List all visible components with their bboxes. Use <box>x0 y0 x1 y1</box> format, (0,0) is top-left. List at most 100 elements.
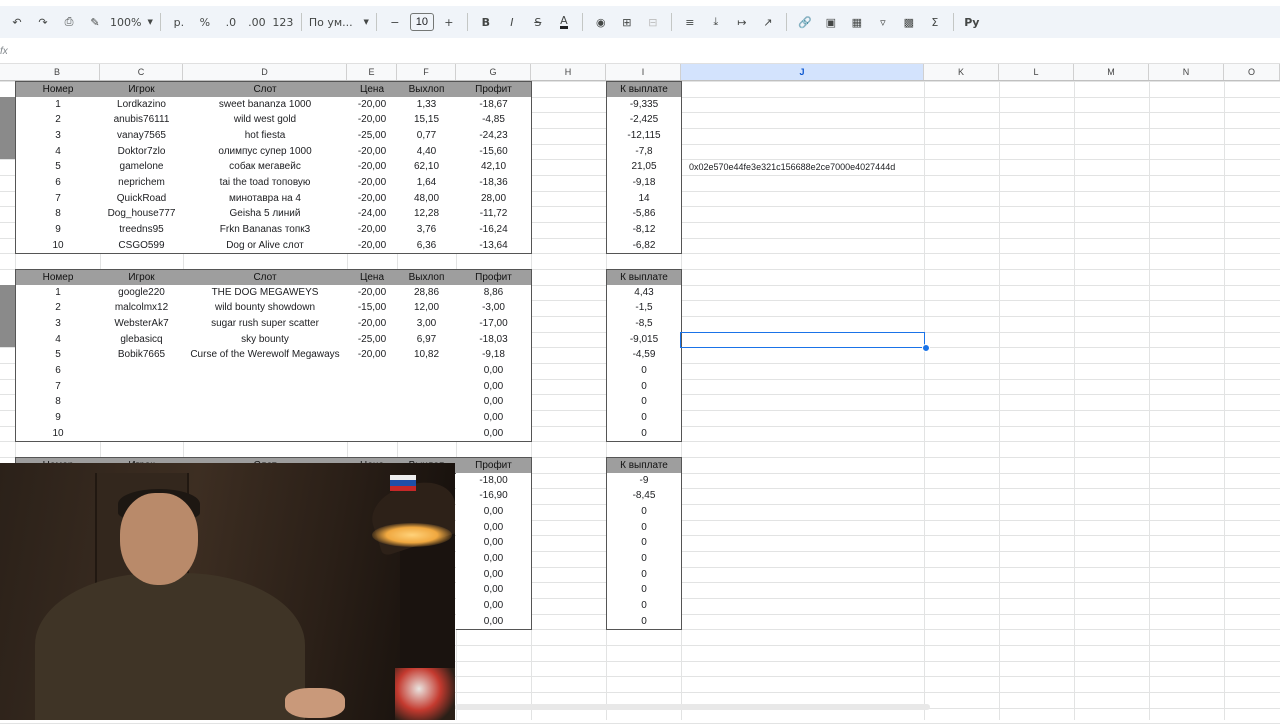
table-cell[interactable]: 0,00 <box>456 410 532 427</box>
table-cell[interactable]: 4 <box>15 144 101 160</box>
percent-format-button[interactable]: % <box>192 10 218 34</box>
table-cell[interactable]: wild bounty showdown <box>183 300 348 317</box>
table-cell[interactable]: 5 <box>15 347 101 364</box>
insert-link-icon[interactable]: 🔗 <box>792 10 818 34</box>
redo-icon[interactable]: ↷ <box>30 10 56 34</box>
table-cell[interactable]: -20,00 <box>347 97 398 113</box>
paint-format-icon[interactable]: ✎ <box>82 10 108 34</box>
table-cell[interactable]: -17,00 <box>456 316 532 333</box>
table-cell[interactable]: 4 <box>15 332 101 348</box>
table-cell[interactable]: wild west gold <box>183 112 348 129</box>
column-header-j[interactable]: J <box>681 64 924 80</box>
table-cell[interactable]: -24,00 <box>347 206 398 223</box>
table-cell[interactable]: -20,00 <box>347 144 398 160</box>
payout-cell[interactable]: -1,5 <box>606 300 682 317</box>
table-header-cell[interactable]: Выхлоп <box>397 81 457 98</box>
table-cell[interactable] <box>100 426 184 442</box>
table-cell[interactable]: 15,15 <box>397 112 457 129</box>
table-cell[interactable]: Frkn Bananas топк3 <box>183 222 348 239</box>
table-header-cell[interactable]: Игрок <box>100 269 184 286</box>
merge-cells-icon[interactable]: ⊟ <box>640 10 666 34</box>
table-cell[interactable]: 6 <box>15 175 101 192</box>
table-cell[interactable]: google220 <box>100 285 184 301</box>
fill-handle[interactable] <box>922 344 930 352</box>
increase-font-size-icon[interactable]: + <box>436 10 462 34</box>
horizontal-scrollbar[interactable] <box>455 704 930 710</box>
column-header-g[interactable]: G <box>456 64 531 80</box>
payout-cell[interactable]: 0 <box>606 598 682 615</box>
table-cell[interactable]: 8,86 <box>456 285 532 301</box>
table-cell[interactable]: -20,00 <box>347 347 398 364</box>
table-cell[interactable]: олимпус супер 1000 <box>183 144 348 160</box>
input-tools-button[interactable]: Ру <box>959 10 985 34</box>
table-cell[interactable]: CSGO599 <box>100 238 184 254</box>
table-cell[interactable] <box>100 363 184 380</box>
zoom-select[interactable]: 100% ▼ <box>108 10 155 34</box>
italic-button[interactable]: I <box>499 10 525 34</box>
table-cell[interactable]: gamelone <box>100 159 184 176</box>
table-cell[interactable]: -18,36 <box>456 175 532 192</box>
font-family-select[interactable]: По ум... ▼ <box>307 10 371 34</box>
vertical-align-icon[interactable]: ⤓ <box>703 10 729 34</box>
table-cell[interactable] <box>397 363 457 380</box>
payout-cell[interactable]: -12,115 <box>606 128 682 145</box>
table-cell[interactable]: -25,00 <box>347 128 398 145</box>
table-cell[interactable]: 0,00 <box>456 598 532 615</box>
table-cell[interactable]: 6,97 <box>397 332 457 348</box>
payout-cell[interactable]: 0 <box>606 363 682 380</box>
table-cell[interactable]: 28,00 <box>456 191 532 207</box>
table-cell[interactable]: 0,00 <box>456 567 532 583</box>
payout-cell[interactable]: 0 <box>606 394 682 411</box>
payout-cell[interactable]: 14 <box>606 191 682 207</box>
text-wrap-icon[interactable]: ↦ <box>729 10 755 34</box>
table-cell[interactable]: sugar rush super scatter <box>183 316 348 333</box>
table-cell[interactable]: -15,00 <box>347 300 398 317</box>
table-cell[interactable]: 0,00 <box>456 426 532 442</box>
table-cell[interactable]: минотавра на 4 <box>183 191 348 207</box>
table-cell[interactable] <box>347 426 398 442</box>
table-cell[interactable]: Geisha 5 линий <box>183 206 348 223</box>
table-cell[interactable] <box>183 410 348 427</box>
table-header-cell[interactable]: Профит <box>456 457 532 474</box>
table-cell[interactable] <box>183 363 348 380</box>
payout-header-cell[interactable]: К выплате <box>606 269 682 286</box>
table-cell[interactable]: -20,00 <box>347 191 398 207</box>
table-header-cell[interactable]: Номер <box>15 269 101 286</box>
column-header-e[interactable]: E <box>347 64 397 80</box>
payout-cell[interactable]: -6,82 <box>606 238 682 254</box>
table-cell[interactable]: WebsterAk7 <box>100 316 184 333</box>
table-cell[interactable] <box>397 379 457 395</box>
table-cell[interactable]: 3 <box>15 316 101 333</box>
table-cell[interactable]: 12,00 <box>397 300 457 317</box>
payout-cell[interactable]: 21,05 <box>606 159 682 176</box>
payout-cell[interactable]: -4,59 <box>606 347 682 364</box>
table-cell[interactable]: neprichem <box>100 175 184 192</box>
table-cell[interactable]: 0,00 <box>456 551 532 568</box>
table-cell[interactable] <box>347 394 398 411</box>
table-cell[interactable]: 1 <box>15 285 101 301</box>
table-cell[interactable]: -20,00 <box>347 238 398 254</box>
table-cell[interactable]: anubis76111 <box>100 112 184 129</box>
decrease-decimals-button[interactable]: .0 <box>218 10 244 34</box>
table-header-cell[interactable]: Цена <box>347 81 398 98</box>
table-cell[interactable]: 10,82 <box>397 347 457 364</box>
table-cell[interactable] <box>347 379 398 395</box>
table-cell[interactable]: 10 <box>15 426 101 442</box>
table-cell[interactable]: 0,00 <box>456 379 532 395</box>
table-cell[interactable]: -13,64 <box>456 238 532 254</box>
table-cell[interactable]: 6 <box>15 363 101 380</box>
payout-cell[interactable]: -7,8 <box>606 144 682 160</box>
wallet-address[interactable]: 0x02e570e44fe3e321c156688e2ce7000e402744… <box>689 159 929 175</box>
table-cell[interactable]: 5 <box>15 159 101 176</box>
table-cell[interactable]: -20,00 <box>347 112 398 129</box>
table-header-cell[interactable]: Слот <box>183 269 348 286</box>
payout-cell[interactable]: -2,425 <box>606 112 682 129</box>
column-header-b[interactable]: B <box>15 64 100 80</box>
payout-cell[interactable]: 0 <box>606 535 682 552</box>
table-cell[interactable]: -18,67 <box>456 97 532 113</box>
column-header-c[interactable]: C <box>100 64 183 80</box>
table-cell[interactable] <box>100 379 184 395</box>
bold-button[interactable]: B <box>473 10 499 34</box>
insert-chart-icon[interactable]: ▦ <box>844 10 870 34</box>
table-cell[interactable]: sky bounty <box>183 332 348 348</box>
